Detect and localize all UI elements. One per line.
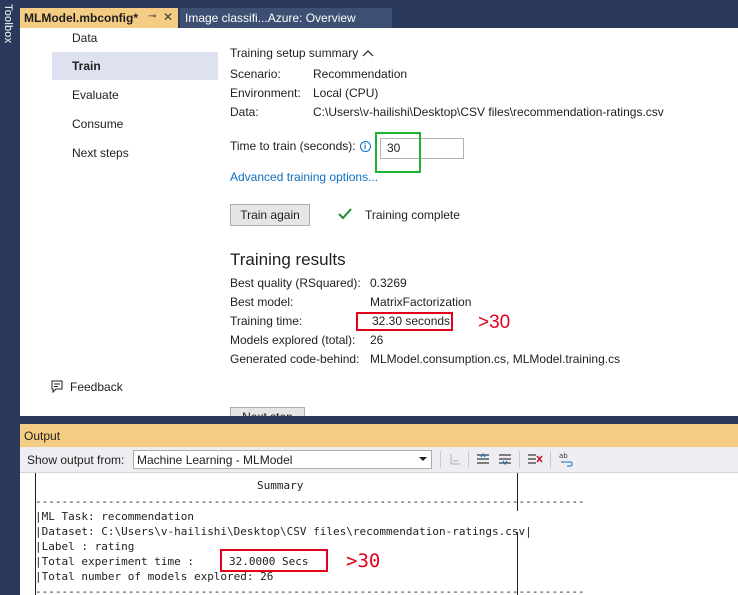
close-icon[interactable]: ✕ <box>163 10 173 24</box>
models-explored-label: Models explored (total): <box>230 333 356 347</box>
toolbox-strip[interactable]: Toolbox <box>0 0 20 595</box>
next-step-button[interactable]: Next step <box>230 407 305 416</box>
sidebar-item-next-steps[interactable]: Next steps <box>52 139 218 167</box>
toolbar-separator <box>440 451 441 468</box>
sidebar-item-label: Data <box>72 31 98 45</box>
feedback-icon <box>51 380 63 394</box>
toolbar-separator <box>468 451 469 468</box>
annotation-over-30: >30 <box>346 550 381 572</box>
document-tab-bar: MLModel.mbconfig* ⊸ ✕ Image classifi...A… <box>20 0 738 28</box>
console-line-label: |Label : rating <box>35 540 135 553</box>
output-console[interactable]: Summary --------------------------------… <box>20 472 738 595</box>
best-quality-label: Best quality (RSquared): <box>230 276 361 290</box>
code-behind-label: Generated code-behind: <box>230 352 360 366</box>
time-to-train-text: Time to train (seconds): <box>230 139 356 153</box>
output-panel-header: Output <box>20 424 738 447</box>
training-results-title: Training results <box>230 250 346 269</box>
training-status: Training complete <box>365 208 460 222</box>
scenario-label: Scenario: <box>230 67 281 81</box>
code-behind-value: MLModel.consumption.cs, MLModel.training… <box>370 352 621 366</box>
training-time-label: Training time: <box>230 314 303 328</box>
output-toolbar: Show output from: Machine Learning - MLM… <box>20 447 738 472</box>
model-builder-designer: Data Train Evaluate Consume Next steps F… <box>20 28 738 416</box>
output-title: Output <box>24 429 61 443</box>
environment-label: Environment: <box>230 86 301 100</box>
chevron-down-icon <box>419 457 427 461</box>
previous-message-icon[interactable] <box>475 451 491 467</box>
console-line-task: |ML Task: recommendation <box>35 510 194 523</box>
chevron-up-icon <box>362 50 374 57</box>
data-label: Data: <box>230 105 259 119</box>
sidebar-item-consume[interactable]: Consume <box>52 110 218 138</box>
highlight-box-red <box>356 312 453 331</box>
tab-mlmodel[interactable]: MLModel.mbconfig* ⊸ ✕ <box>20 8 178 28</box>
models-explored-value: 26 <box>370 333 384 347</box>
train-content: Training setup summary Scenario: Recomme… <box>230 28 738 416</box>
sidebar-item-label: Evaluate <box>72 88 119 102</box>
toolbar-separator <box>550 451 551 468</box>
highlight-box-red <box>220 549 328 572</box>
output-source-value: Machine Learning - MLModel <box>137 453 293 467</box>
best-model-label: Best model: <box>230 295 294 309</box>
annotation-over-30: >30 <box>478 312 511 333</box>
tab-azure-overview[interactable]: Image classifi...Azure: Overview <box>180 8 392 28</box>
time-to-train-label: Time to train (seconds): i <box>230 139 371 153</box>
highlight-box-green <box>375 132 421 173</box>
advanced-training-options-link[interactable]: Advanced training options... <box>230 170 378 184</box>
toolbar-separator <box>519 451 520 468</box>
console-separator: ----------------------------------------… <box>35 495 585 508</box>
summary-toggle[interactable]: Training setup summary <box>230 46 374 60</box>
show-output-label: Show output from: <box>27 453 125 467</box>
toolbox-label[interactable]: Toolbox <box>2 4 14 43</box>
tab-azure-overview-label: Image classifi...Azure: Overview <box>185 11 356 25</box>
best-model-value: MatrixFactorization <box>370 295 472 309</box>
find-message-icon[interactable] <box>447 451 463 467</box>
sidebar-item-train[interactable]: Train <box>52 52 218 80</box>
console-summary-title: Summary <box>257 479 304 492</box>
data-path-value: C:\Users\v-hailishi\Desktop\CSV files\re… <box>313 105 664 119</box>
checkmark-icon <box>338 208 352 220</box>
scenario-value: Recommendation <box>313 67 408 81</box>
summary-heading: Training setup summary <box>230 46 359 60</box>
best-quality-value: 0.3269 <box>370 276 407 290</box>
sidebar-item-label: Consume <box>72 117 124 131</box>
next-message-icon[interactable] <box>497 451 513 467</box>
console-line-dataset: |Dataset: C:\Users\v-hailishi\Desktop\CS… <box>35 525 532 538</box>
sidebar-item-evaluate[interactable]: Evaluate <box>52 81 218 109</box>
sidebar-item-label: Next steps <box>72 146 129 160</box>
pin-icon[interactable]: ⊸ <box>148 11 156 22</box>
sidebar-item-data[interactable]: Data <box>52 28 218 52</box>
output-source-select[interactable]: Machine Learning - MLModel <box>133 450 432 469</box>
console-line-time: |Total experiment time : <box>35 555 194 568</box>
environment-value: Local (CPU) <box>313 86 379 100</box>
panel-splitter[interactable] <box>20 416 738 424</box>
feedback-label: Feedback <box>70 380 123 394</box>
train-again-button[interactable]: Train again <box>230 204 310 226</box>
feedback-link[interactable]: Feedback <box>50 380 123 394</box>
console-separator: ----------------------------------------… <box>35 585 585 595</box>
sidebar-item-label: Train <box>72 59 101 73</box>
tab-mlmodel-label: MLModel.mbconfig* <box>24 11 138 25</box>
info-icon[interactable]: i <box>359 140 371 152</box>
clear-all-icon[interactable] <box>527 451 543 467</box>
word-wrap-icon[interactable]: ab <box>558 451 574 467</box>
svg-text:ab: ab <box>559 452 568 460</box>
